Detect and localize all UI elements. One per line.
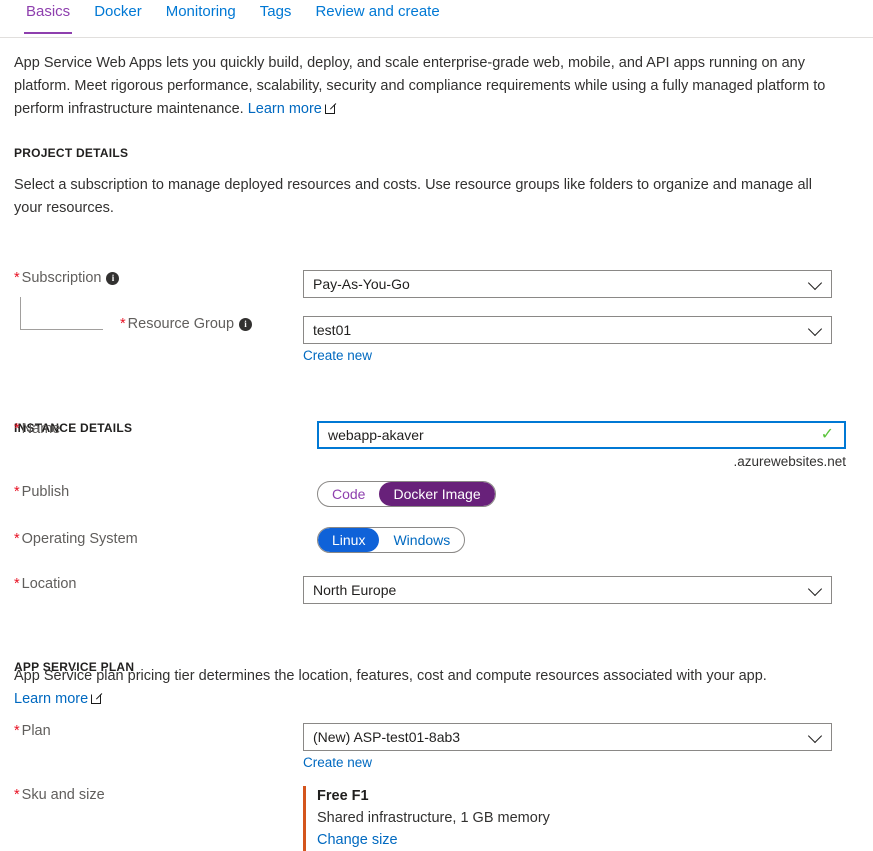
name-input-value: webapp-akaver xyxy=(328,427,424,443)
name-field: webapp-akaver ✓ .azurewebsites.net xyxy=(317,421,846,469)
operating-system-label: * Operating System xyxy=(14,531,138,547)
location-value: North Europe xyxy=(313,582,397,598)
sku-and-size-label: * Sku and size xyxy=(14,787,105,803)
app-service-plan-description-wrap: App Service plan pricing tier determines… xyxy=(14,665,844,711)
plan-select[interactable]: (New) ASP-test01-8ab3 xyxy=(303,723,832,751)
publish-option-code[interactable]: Code xyxy=(318,482,379,506)
required-asterisk: * xyxy=(14,723,20,739)
location-label-text: Location xyxy=(21,576,77,592)
resource-group-create-new-wrap: Create new xyxy=(303,348,832,363)
required-asterisk: * xyxy=(14,421,20,437)
plan-label: * Plan xyxy=(14,723,51,739)
chevron-down-icon xyxy=(807,728,823,744)
valid-check-icon: ✓ xyxy=(820,426,834,443)
subscription-label-text: Subscription xyxy=(21,270,102,286)
intro-learn-more-link[interactable]: Learn more xyxy=(248,101,322,117)
plan-create-new-link[interactable]: Create new xyxy=(303,755,372,770)
location-select[interactable]: North Europe xyxy=(303,576,832,604)
external-link-icon xyxy=(324,103,336,114)
required-asterisk: * xyxy=(14,531,20,547)
sku-title: Free F1 xyxy=(317,788,369,804)
info-icon[interactable]: i xyxy=(106,272,120,285)
location-label: * Location xyxy=(14,576,76,592)
plan-value: (New) ASP-test01-8ab3 xyxy=(313,729,461,745)
tab-tags[interactable]: Tags xyxy=(248,0,304,34)
subscription-field: Pay-As-You-Go xyxy=(303,270,832,298)
app-service-plan-learn-more-label: Learn more xyxy=(14,691,89,707)
operating-system-toggle-group[interactable]: Linux Windows xyxy=(317,527,466,553)
resource-group-value: test01 xyxy=(313,322,352,338)
sku-summary-box: Free F1 Shared infrastructure, 1 GB memo… xyxy=(303,786,550,851)
name-input[interactable]: webapp-akaver ✓ xyxy=(317,421,846,449)
location-field: North Europe xyxy=(303,576,832,604)
name-label: * Name xyxy=(14,421,60,437)
subscription-label: * Subscription i xyxy=(14,270,120,286)
name-label-text: Name xyxy=(21,421,61,437)
subscription-select[interactable]: Pay-As-You-Go xyxy=(303,270,832,298)
resource-group-label-text: Resource Group xyxy=(127,316,235,332)
intro-learn-more-label: Learn more xyxy=(247,101,322,117)
app-service-plan-learn-more-link[interactable]: Learn more xyxy=(14,691,88,707)
plan-label-text: Plan xyxy=(21,723,51,739)
tab-basics[interactable]: Basics xyxy=(14,0,82,34)
operating-system-label-text: Operating System xyxy=(21,531,138,547)
resource-group-create-new-link[interactable]: Create new xyxy=(303,348,372,363)
subscription-value: Pay-As-You-Go xyxy=(313,276,410,292)
os-option-linux[interactable]: Linux xyxy=(318,528,380,552)
plan-create-new-wrap: Create new xyxy=(303,755,832,770)
info-icon[interactable]: i xyxy=(239,318,253,331)
os-option-windows[interactable]: Windows xyxy=(379,528,464,552)
required-asterisk: * xyxy=(14,270,20,286)
publish-label-text: Publish xyxy=(21,484,70,500)
resource-group-label: * Resource Group i xyxy=(120,316,253,332)
publish-toggle-group[interactable]: Code Docker Image xyxy=(317,481,496,507)
required-asterisk: * xyxy=(120,316,126,332)
resource-group-tree-connector xyxy=(20,297,103,330)
required-asterisk: * xyxy=(14,576,20,592)
chevron-down-icon xyxy=(807,275,823,291)
chevron-down-icon xyxy=(807,581,823,597)
project-details-heading: PROJECT DETAILS xyxy=(14,146,129,160)
project-details-description: Select a subscription to manage deployed… xyxy=(14,177,812,216)
publish-field: Code Docker Image xyxy=(317,481,496,507)
chevron-down-icon xyxy=(807,321,823,337)
tab-monitoring[interactable]: Monitoring xyxy=(154,0,248,34)
resource-group-field: test01 Create new xyxy=(303,316,832,363)
operating-system-field: Linux Windows xyxy=(317,527,466,553)
plan-field: (New) ASP-test01-8ab3 Create new xyxy=(303,723,832,770)
tab-review-and-create[interactable]: Review and create xyxy=(303,0,451,34)
publish-option-docker-image[interactable]: Docker Image xyxy=(379,482,495,506)
external-link-icon xyxy=(91,693,102,704)
name-suffix: .azurewebsites.net xyxy=(733,454,846,469)
sku-change-size-wrap: Change size xyxy=(317,829,550,851)
tab-docker[interactable]: Docker xyxy=(82,0,154,34)
sku-description: Shared infrastructure, 1 GB memory xyxy=(317,810,550,826)
required-asterisk: * xyxy=(14,484,20,500)
intro-text: App Service Web Apps lets you quickly bu… xyxy=(14,55,826,117)
app-service-plan-description: App Service plan pricing tier determines… xyxy=(14,668,767,684)
intro-paragraph: App Service Web Apps lets you quickly bu… xyxy=(14,52,844,121)
publish-label: * Publish xyxy=(14,484,69,500)
basics-form: App Service Web Apps lets you quickly bu… xyxy=(0,52,873,851)
sku-change-size-link[interactable]: Change size xyxy=(317,832,398,848)
required-asterisk: * xyxy=(14,787,20,803)
tab-bar: Basics Docker Monitoring Tags Review and… xyxy=(0,0,873,38)
sku-and-size-label-text: Sku and size xyxy=(21,787,105,803)
resource-group-select[interactable]: test01 xyxy=(303,316,832,344)
